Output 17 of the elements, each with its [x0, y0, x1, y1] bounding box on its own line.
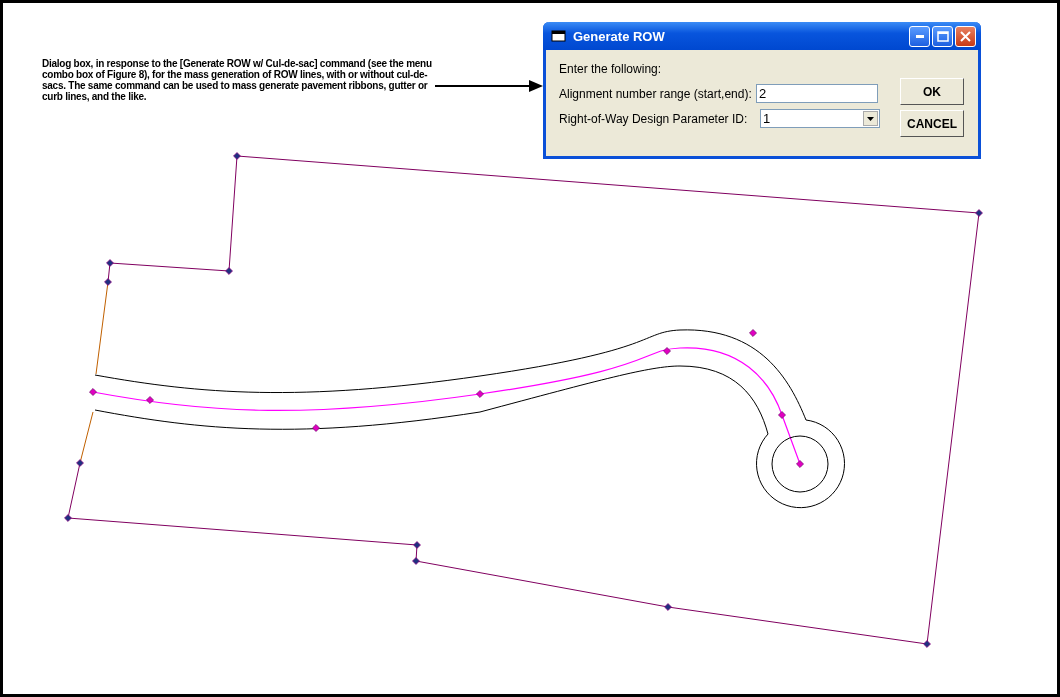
maximize-icon [936, 30, 949, 42]
caret-icon [867, 116, 874, 121]
minimize-button[interactable] [909, 25, 930, 47]
dialog-button[interactable]: CANCEL [900, 110, 964, 137]
close-button[interactable] [955, 25, 976, 47]
minimize-icon [915, 34, 924, 38]
prompt-text: Enter the following: [559, 62, 663, 76]
caption-text: Dialog box, in response to the [Generate ROW w/ Cul-de-sac] command (see the menu combo box of Figure 8), for the mass generation of ROW lines, with or without cul-de-sacs. The same command can be used to mass generate pavement ribbons, gutter or curb lines, and the like. [42, 58, 433, 102]
dropdown[interactable]: 1 [760, 109, 880, 128]
window-icon [551, 29, 567, 43]
field-label: Alignment number range (start,end): [559, 86, 752, 101]
dialog-button[interactable]: OK [900, 78, 964, 105]
text-field[interactable]: 2 [756, 84, 878, 103]
maximize-button[interactable] [932, 25, 953, 47]
field-label: Right-of-Way Design Parameter ID: [559, 111, 748, 126]
close-icon [960, 30, 971, 42]
window-title: Generate ROW [573, 28, 666, 44]
